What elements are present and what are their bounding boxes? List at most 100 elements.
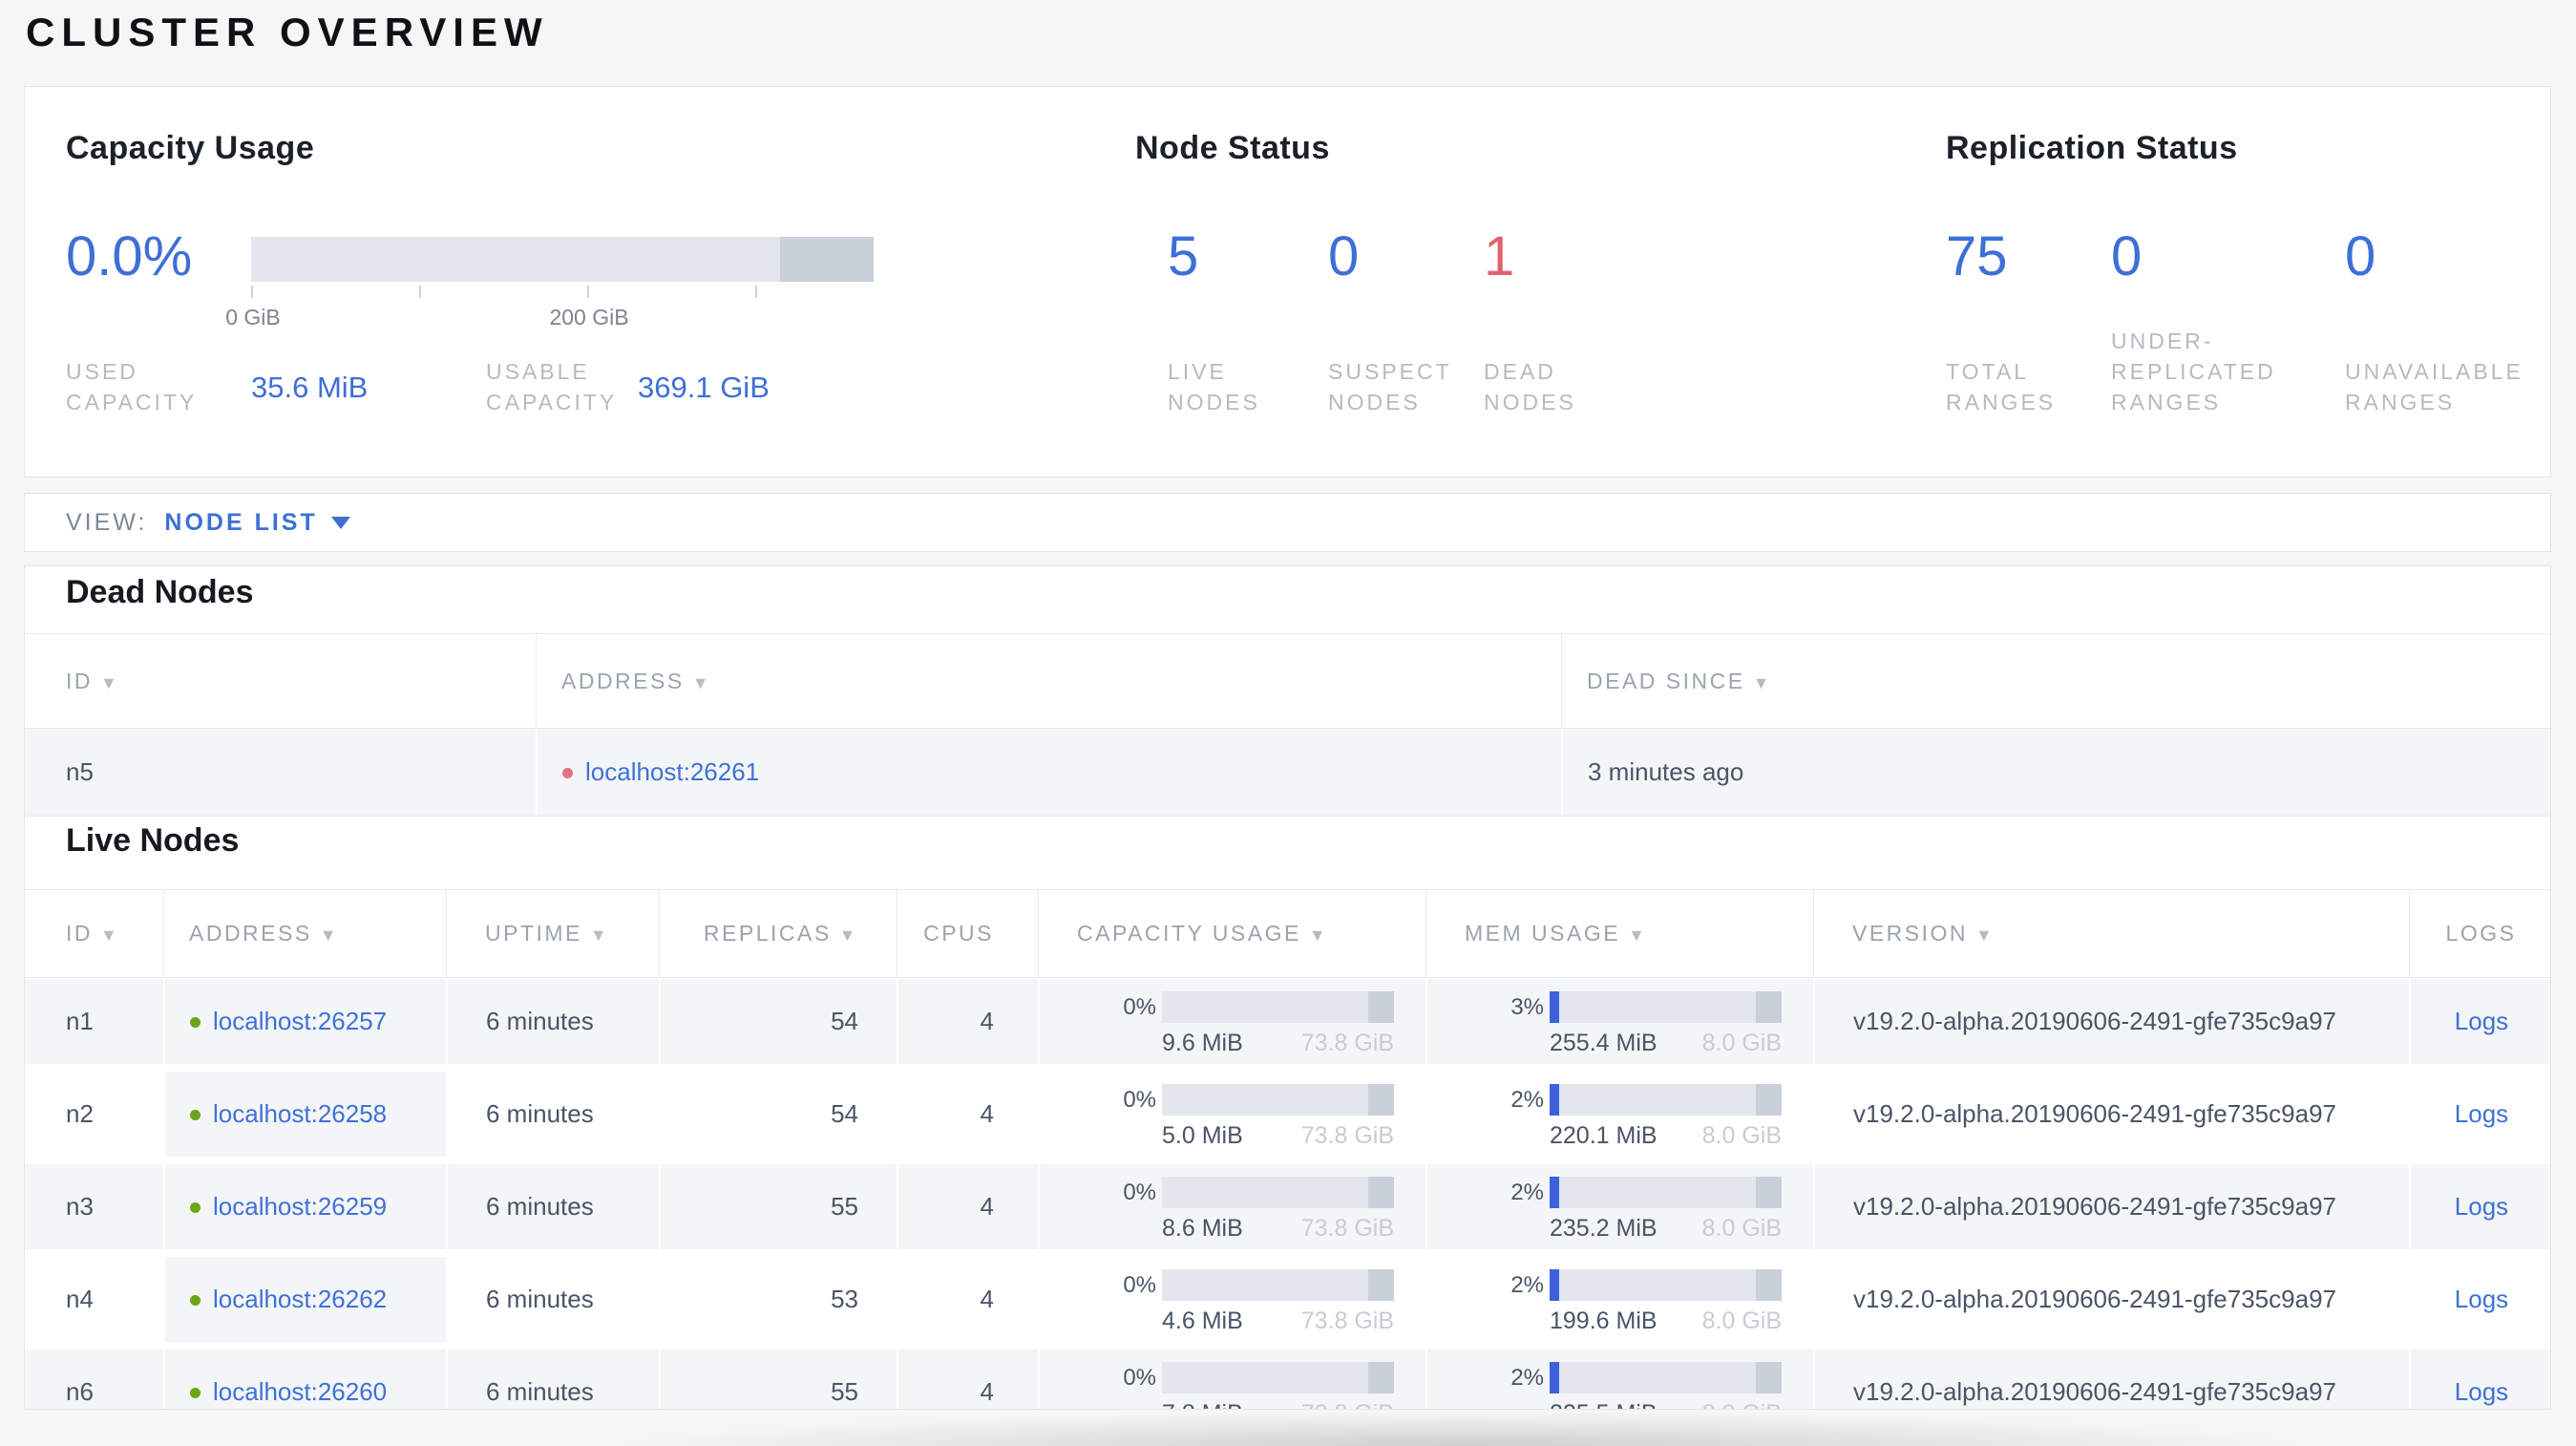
logs-link[interactable]: Logs [2455, 1285, 2508, 1313]
total-ranges-label: TOTAL RANGES [1946, 359, 2057, 415]
sort-arrow-icon: ▼ [589, 925, 610, 945]
bottom-scroll-shadow [434, 1412, 2576, 1446]
column-header-capacity-usage[interactable]: CAPACITY USAGE ▼ [1038, 890, 1425, 977]
node-status-title: Node Status [1135, 130, 1330, 166]
column-header-address[interactable]: ADDRESS ▼ [163, 890, 446, 977]
column-header-uptime[interactable]: UPTIME ▼ [446, 890, 659, 977]
capacity-used: 5.0 MiB [1162, 1122, 1243, 1149]
sort-arrow-icon: ▼ [100, 673, 120, 692]
live-nodes-label: LIVE NODES [1168, 359, 1260, 415]
column-header-logs: LOGS [2409, 890, 2550, 977]
node-status-section: Node Status 5 0 1 LIVE NODES SUSPECT NOD… [1135, 130, 1746, 415]
axis-tick-label: 200 GiB [549, 305, 629, 330]
dead-node-dot-icon [562, 768, 573, 778]
node-address-link[interactable]: localhost:26257 [213, 1007, 387, 1035]
dead-node-row: n5 localhost:26261 3 minutes ago [25, 729, 2550, 817]
sort-arrow-icon: ▼ [319, 925, 340, 945]
mem-bar-dark-segment [1756, 1362, 1782, 1393]
view-selector-bar: VIEW: NODE LIST [24, 493, 2551, 552]
replicas-cell: 54 [659, 1072, 897, 1157]
uptime-cell: 6 minutes [446, 1257, 659, 1342]
node-address-link[interactable]: localhost:26260 [213, 1377, 387, 1406]
live-nodes-heading: Live Nodes [66, 822, 240, 859]
uptime-cell: 6 minutes [446, 1350, 659, 1409]
unavailable-ranges-count: 0 [2345, 225, 2376, 287]
logs-link[interactable]: Logs [2455, 1099, 2508, 1128]
capacity-percent: 0% [1123, 1087, 1156, 1113]
column-header-id[interactable]: ID ▼ [25, 634, 536, 728]
dead-since-cell: 3 minutes ago [1561, 729, 2550, 816]
logs-link[interactable]: Logs [2455, 1192, 2508, 1221]
mem-percent: 2% [1510, 1180, 1544, 1205]
suspect-nodes-label: SUSPECT NODES [1328, 359, 1452, 415]
version-cell: v19.2.0-alpha.20190606-2491-gfe735c9a97 [1813, 979, 2409, 1064]
logs-cell: Logs [2409, 1072, 2550, 1157]
node-address-link[interactable]: localhost:26258 [213, 1099, 387, 1128]
capacity-bar-dark-segment [1368, 1362, 1394, 1393]
mem-bar-fill [1550, 1269, 1559, 1301]
mem-total: 8.0 GiB [1701, 1215, 1782, 1242]
used-capacity-label: USED CAPACITY [66, 359, 198, 415]
node-address-link[interactable]: localhost:26262 [213, 1285, 387, 1313]
logs-cell: Logs [2409, 979, 2550, 1064]
column-header-address[interactable]: ADDRESS ▼ [536, 634, 1561, 728]
view-dropdown[interactable]: NODE LIST [164, 509, 317, 537]
mem-usage-cell: 2% 220.1 MiB 8.0 GiB [1425, 1072, 1813, 1157]
capacity-total: 73.8 GiB [1300, 1030, 1394, 1056]
node-address-link[interactable]: localhost:26261 [585, 757, 759, 786]
column-header-version[interactable]: VERSION ▼ [1813, 890, 2409, 977]
replicas-cell: 55 [659, 1164, 897, 1249]
mem-total: 8.0 GiB [1701, 1122, 1782, 1149]
logs-cell: Logs [2409, 1164, 2550, 1249]
capacity-usage-cell: 0% 4.6 MiB 73.8 GiB [1038, 1257, 1425, 1342]
mem-bar-fill [1550, 1084, 1559, 1116]
mem-bar [1550, 991, 1782, 1023]
mem-used: 255.4 MiB [1550, 1030, 1658, 1056]
column-header-mem-usage[interactable]: MEM USAGE ▼ [1425, 890, 1813, 977]
column-header-replicas[interactable]: REPLICAS ▼ [659, 890, 897, 977]
node-address-cell: localhost:26259 [163, 1164, 446, 1249]
mem-usage-cell: 3% 255.4 MiB 8.0 GiB [1425, 979, 1813, 1064]
mem-bar [1550, 1362, 1782, 1393]
sort-arrow-icon: ▼ [691, 673, 712, 692]
sort-arrow-icon: ▼ [1628, 925, 1648, 945]
capacity-bar-dark-segment [1368, 1084, 1394, 1116]
sort-arrow-icon: ▼ [838, 925, 858, 945]
logs-link[interactable]: Logs [2455, 1377, 2508, 1406]
node-address-cell: localhost:26261 [536, 729, 1561, 816]
sort-arrow-icon: ▼ [1752, 673, 1772, 692]
sort-arrow-icon: ▼ [1308, 925, 1329, 945]
mem-bar [1550, 1177, 1782, 1208]
axis-tick [755, 286, 757, 298]
cpus-cell: 4 [897, 1164, 1038, 1249]
live-node-row: n6 localhost:26260 6 minutes 55 4 0% 7.8… [25, 1350, 2550, 1409]
unavailable-ranges-label: UNAVAILABLE RANGES [2345, 359, 2523, 415]
capacity-bar-dark-segment [780, 237, 874, 282]
mem-used: 220.1 MiB [1550, 1122, 1658, 1149]
total-ranges-count: 75 [1946, 225, 2008, 287]
capacity-total: 73.8 GiB [1300, 1308, 1394, 1334]
axis-tick [419, 286, 421, 298]
live-node-row: n4 localhost:26262 6 minutes 53 4 0% 4.6… [25, 1257, 2550, 1342]
logs-link[interactable]: Logs [2455, 1007, 2508, 1035]
column-header-id[interactable]: ID ▼ [25, 890, 163, 977]
node-address-link[interactable]: localhost:26259 [213, 1192, 387, 1221]
capacity-usage-cell: 0% 8.6 MiB 73.8 GiB [1038, 1164, 1425, 1249]
mem-total: 8.0 GiB [1701, 1308, 1782, 1334]
capacity-total: 73.8 GiB [1300, 1215, 1394, 1242]
suspect-nodes-count: 0 [1328, 225, 1360, 287]
uptime-cell: 6 minutes [446, 979, 659, 1064]
under-replicated-label: UNDER- REPLICATED RANGES [2111, 329, 2276, 415]
page-title: CLUSTER OVERVIEW [26, 10, 549, 54]
column-header-dead-since[interactable]: DEAD SINCE ▼ [1561, 634, 2550, 728]
mem-total: 8.0 GiB [1701, 1030, 1782, 1056]
live-node-row: n1 localhost:26257 6 minutes 54 4 0% 9.6… [25, 979, 2550, 1064]
mem-used: 235.2 MiB [1550, 1215, 1658, 1242]
node-address-cell: localhost:26258 [163, 1072, 446, 1157]
mem-percent: 2% [1510, 1272, 1544, 1298]
replicas-cell: 55 [659, 1350, 897, 1409]
capacity-bar [1162, 1084, 1394, 1116]
caret-down-icon[interactable] [330, 516, 350, 529]
dead-nodes-label: DEAD NODES [1484, 359, 1576, 415]
mem-bar-fill [1550, 1362, 1559, 1393]
